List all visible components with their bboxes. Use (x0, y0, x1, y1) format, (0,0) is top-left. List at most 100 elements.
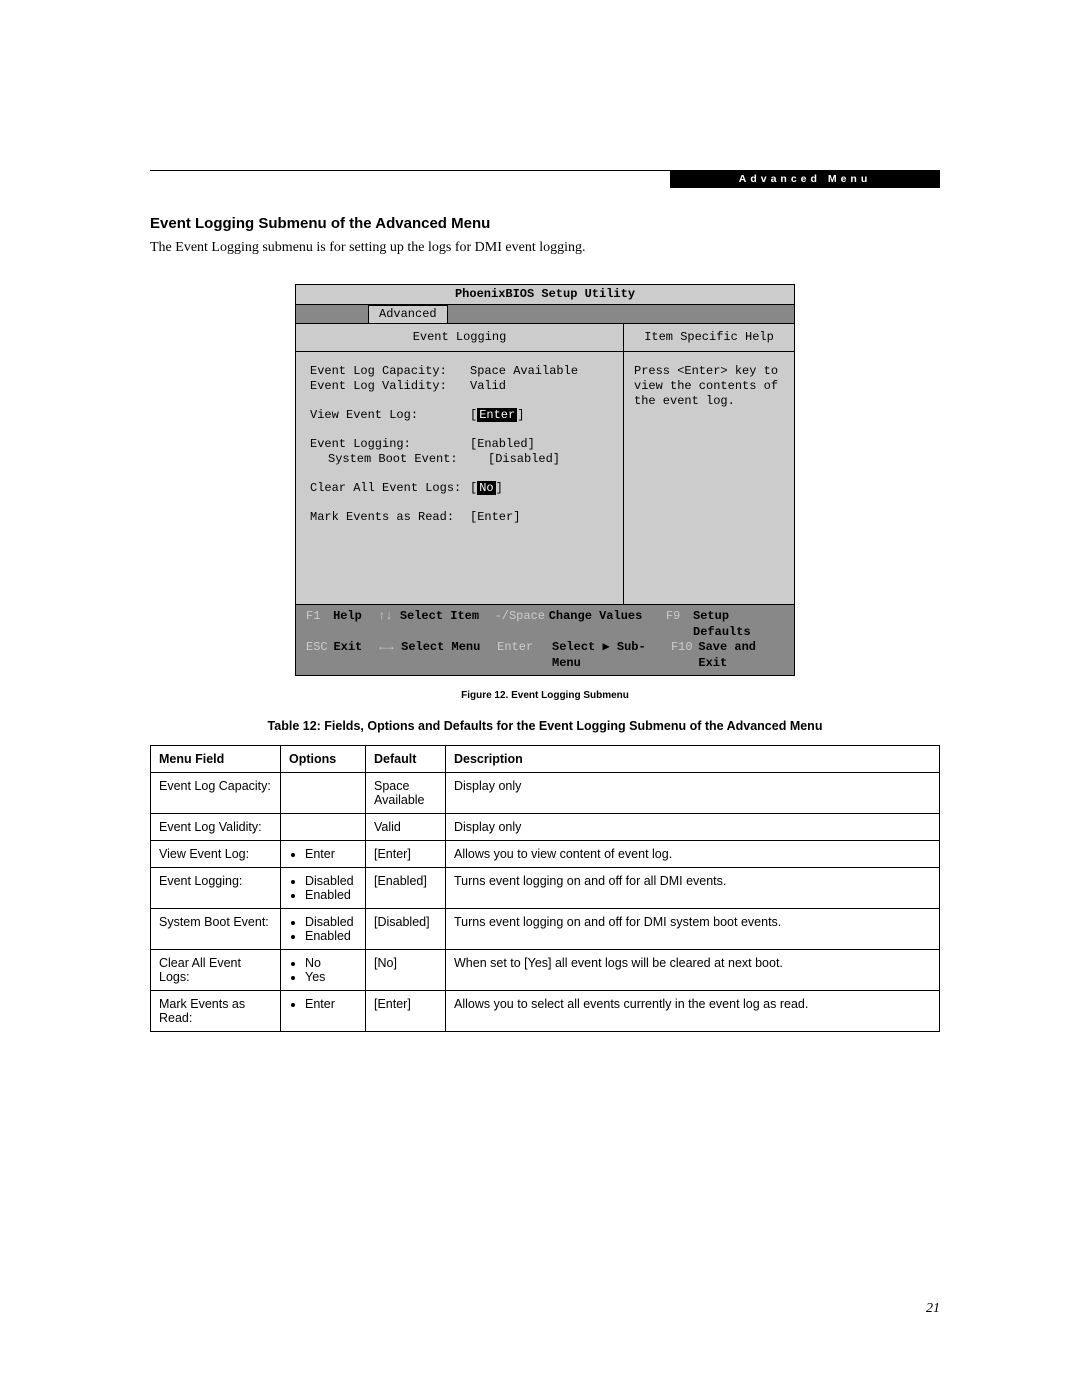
cell-options: DisabledEnabled (281, 868, 366, 909)
option-item: No (305, 956, 357, 970)
cell-default: [Disabled] (366, 909, 446, 950)
table-caption: Table 12: Fields, Options and Defaults f… (150, 719, 940, 733)
bios-right-title: Item Specific Help (624, 324, 794, 352)
section-intro: The Event Logging submenu is for setting… (150, 240, 940, 256)
bios-settings-panel: Event Log Capacity:Space AvailableEvent … (296, 352, 623, 604)
figure-caption: Figure 12. Event Logging Submenu (150, 690, 940, 701)
bios-setting-row: Event Log Validity:Valid (310, 379, 609, 394)
bios-screenshot: PhoenixBIOS Setup Utility Advanced Event… (295, 284, 795, 676)
key-f1-label: Help (333, 609, 378, 640)
key-f10: F10 (671, 640, 698, 671)
cell-menu-field: View Event Log: (151, 841, 281, 868)
cell-menu-field: Mark Events as Read: (151, 991, 281, 1032)
bios-setting-value: [Disabled] (488, 452, 560, 467)
key-esc-label: Exit (333, 640, 379, 671)
table-row: Mark Events as Read: Enter [Enter]Allows y… (151, 991, 940, 1032)
cell-options (281, 814, 366, 841)
key-updown-label: Select Item (400, 609, 495, 640)
key-updown: ↑↓ (378, 609, 400, 640)
option-item: Yes (305, 970, 357, 984)
key-esc: ESC (306, 640, 333, 671)
th-menu-field: Menu Field (151, 746, 281, 773)
cell-description: Allows you to view content of event log. (446, 841, 940, 868)
bios-setting-row: System Boot Event:[Disabled] (310, 452, 609, 467)
table-row: View Event Log: Enter [Enter]Allows you to… (151, 841, 940, 868)
cell-options: DisabledEnabled (281, 909, 366, 950)
key-lr: ←→ (379, 640, 401, 671)
cell-description: Turns event logging on and off for all D… (446, 868, 940, 909)
option-item: Enabled (305, 929, 357, 943)
bios-setting-label: Event Log Capacity: (310, 364, 470, 379)
cell-options: Enter (281, 991, 366, 1032)
cell-default: [No] (366, 950, 446, 991)
cell-description: Display only (446, 773, 940, 814)
bios-setting-row: Clear All Event Logs:[No] (310, 481, 609, 496)
key-f9-label: Setup Defaults (693, 609, 784, 640)
bios-setting-label: System Boot Event: (310, 452, 488, 467)
bios-title: PhoenixBIOS Setup Utility (295, 284, 795, 305)
th-options: Options (281, 746, 366, 773)
bios-left-title: Event Logging (296, 324, 623, 352)
cell-description: Turns event logging on and off for DMI s… (446, 909, 940, 950)
cell-description: When set to [Yes] all event logs will be… (446, 950, 940, 991)
key-minus: -/Space (495, 609, 549, 640)
key-enter: Enter (497, 640, 552, 671)
page-number: 21 (926, 1301, 940, 1317)
section-heading: Event Logging Submenu of the Advanced Me… (150, 215, 940, 232)
table-row: Event Log Capacity: Space AvailableDispla… (151, 773, 940, 814)
cell-options: NoYes (281, 950, 366, 991)
table-row: Event Log Validity: ValidDisplay only (151, 814, 940, 841)
bios-setting-value: Space Available (470, 364, 578, 379)
cell-menu-field: Clear All Event Logs: (151, 950, 281, 991)
cell-menu-field: Event Log Validity: (151, 814, 281, 841)
header-tab: Advanced Menu (670, 170, 940, 188)
option-item: Disabled (305, 915, 357, 929)
option-item: Enter (305, 997, 357, 1011)
cell-options (281, 773, 366, 814)
key-minus-label: Change Values (549, 609, 666, 640)
bios-setting-label: View Event Log: (310, 408, 470, 423)
cell-description: Display only (446, 814, 940, 841)
cell-menu-field: System Boot Event: (151, 909, 281, 950)
cell-default: Valid (366, 814, 446, 841)
key-enter-label: Select ▶ Sub-Menu (552, 640, 671, 671)
bios-setting-label: Mark Events as Read: (310, 510, 470, 525)
cell-menu-field: Event Logging: (151, 868, 281, 909)
bios-setting-value: [No] (470, 481, 503, 496)
bios-setting-row: Event Logging:[Enabled] (310, 437, 609, 452)
cell-default: [Enter] (366, 991, 446, 1032)
option-item: Enter (305, 847, 357, 861)
option-item: Disabled (305, 874, 357, 888)
key-f10-label: Save and Exit (698, 640, 784, 671)
table-row: Clear All Event Logs:NoYes[No]When set t… (151, 950, 940, 991)
cell-default: [Enabled] (366, 868, 446, 909)
table-row: Event Logging:DisabledEnabled[Enabled]Tu… (151, 868, 940, 909)
key-f9: F9 (666, 609, 693, 640)
bios-setting-row: View Event Log:[Enter] (310, 408, 609, 423)
bios-setting-label: Clear All Event Logs: (310, 481, 470, 496)
cell-default: Space Available (366, 773, 446, 814)
bios-setting-label: Event Log Validity: (310, 379, 470, 394)
cell-default: [Enter] (366, 841, 446, 868)
bios-setting-value: [Enter] (470, 408, 524, 423)
bios-active-tab: Advanced (368, 305, 448, 323)
bios-setting-value: Valid (470, 379, 506, 394)
bios-footer: F1 Help ↑↓ Select Item -/Space Change Va… (295, 605, 795, 676)
option-item: Enabled (305, 888, 357, 902)
th-description: Description (446, 746, 940, 773)
key-lr-label: Select Menu (401, 640, 497, 671)
cell-description: Allows you to select all events currentl… (446, 991, 940, 1032)
key-f1: F1 (306, 609, 333, 640)
bios-menubar: Advanced (295, 305, 795, 323)
bios-setting-value: [Enter] (470, 510, 520, 525)
fields-table: Menu Field Options Default Description E… (150, 745, 940, 1032)
bios-setting-row: Event Log Capacity:Space Available (310, 364, 609, 379)
bios-setting-label: Event Logging: (310, 437, 470, 452)
cell-options: Enter (281, 841, 366, 868)
cell-menu-field: Event Log Capacity: (151, 773, 281, 814)
bios-setting-row: Mark Events as Read:[Enter] (310, 510, 609, 525)
th-default: Default (366, 746, 446, 773)
bios-setting-value: [Enabled] (470, 437, 535, 452)
bios-help-text: Press <Enter> key to view the contents o… (624, 352, 794, 421)
table-row: System Boot Event:DisabledEnabled[Disabl… (151, 909, 940, 950)
